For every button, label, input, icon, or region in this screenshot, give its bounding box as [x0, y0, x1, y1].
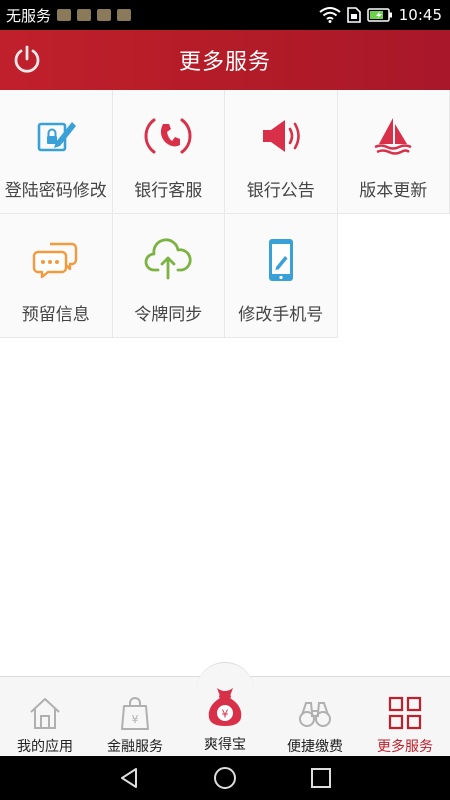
notification-icon [117, 9, 132, 21]
wifi-icon [319, 7, 341, 23]
cloud-sync-icon [144, 238, 192, 280]
nav-item-my-apps[interactable]: 我的应用 [0, 676, 90, 756]
shopping-bag-yen-icon: ¥ [121, 697, 149, 730]
megaphone-icon [262, 120, 300, 152]
nav-label: 便捷缴费 [287, 739, 343, 755]
carrier-text: 无服务 [6, 6, 52, 25]
sailboat-icon [374, 118, 412, 155]
nav-label: 更多服务 [377, 739, 433, 755]
nav-item-more-services[interactable]: 更多服务 [360, 676, 450, 756]
home-icon [30, 698, 60, 729]
back-icon[interactable] [116, 765, 142, 791]
nav-label: 金融服务 [107, 739, 163, 755]
chat-bubbles-icon [32, 242, 77, 279]
system-nav-bar [0, 756, 450, 800]
page-title: 更多服务 [178, 50, 271, 75]
service-label: 预留信息 [21, 305, 90, 325]
notification-icon [77, 9, 92, 21]
nav-label: 我的应用 [17, 739, 73, 755]
clock-text: 10:45 [398, 6, 442, 24]
power-icon[interactable] [10, 43, 44, 77]
battery-icon [367, 8, 392, 22]
grid-icon [388, 696, 422, 730]
nav-item-finance[interactable]: ¥ 金融服务 [90, 676, 180, 756]
lock-edit-icon [37, 122, 76, 152]
service-label: 修改手机号 [238, 305, 324, 325]
binoculars-icon [299, 702, 331, 727]
notification-icon [97, 9, 112, 21]
nav-item-shuangdebao[interactable]: ¥ 爽得宝 [180, 676, 270, 756]
phone-icon [144, 118, 192, 154]
service-customer-service[interactable]: 银行客服 [112, 90, 225, 214]
service-label: 版本更新 [359, 181, 428, 201]
money-bag-yen-icon: ¥ [208, 688, 242, 726]
home-circle-icon[interactable] [212, 765, 238, 791]
status-bar-right: 10:45 [319, 6, 450, 24]
svg-text:¥: ¥ [132, 713, 139, 726]
sim-icon [346, 7, 361, 23]
mobile-edit-icon [268, 239, 293, 281]
service-label: 银行客服 [134, 181, 203, 201]
notification-icon [57, 9, 72, 21]
service-token-sync[interactable]: 令牌同步 [112, 214, 225, 338]
service-reserved-info[interactable]: 预留信息 [0, 214, 113, 338]
page-header: 更多服务 [0, 30, 450, 90]
service-label: 银行公告 [246, 181, 315, 201]
nav-label: 爽得宝 [204, 737, 246, 753]
service-label: 登陆密码修改 [4, 181, 107, 201]
status-bar-left: 无服务 [0, 5, 132, 26]
service-label: 令牌同步 [134, 305, 203, 325]
status-bar: 无服务 10:45 [0, 0, 450, 30]
service-announcements[interactable]: 银行公告 [225, 90, 338, 214]
svg-text:¥: ¥ [222, 708, 229, 721]
service-version-update[interactable]: 版本更新 [337, 90, 450, 214]
service-change-phone[interactable]: 修改手机号 [225, 214, 338, 338]
service-login-password[interactable]: 登陆密码修改 [0, 90, 113, 214]
nav-item-bill-payment[interactable]: 便捷缴费 [270, 676, 360, 756]
recents-icon[interactable] [308, 765, 334, 791]
services-grid: 登陆密码修改 银行客服 银行公告 版本更新 预留信息 令牌同步 修改手机号 [0, 90, 450, 338]
